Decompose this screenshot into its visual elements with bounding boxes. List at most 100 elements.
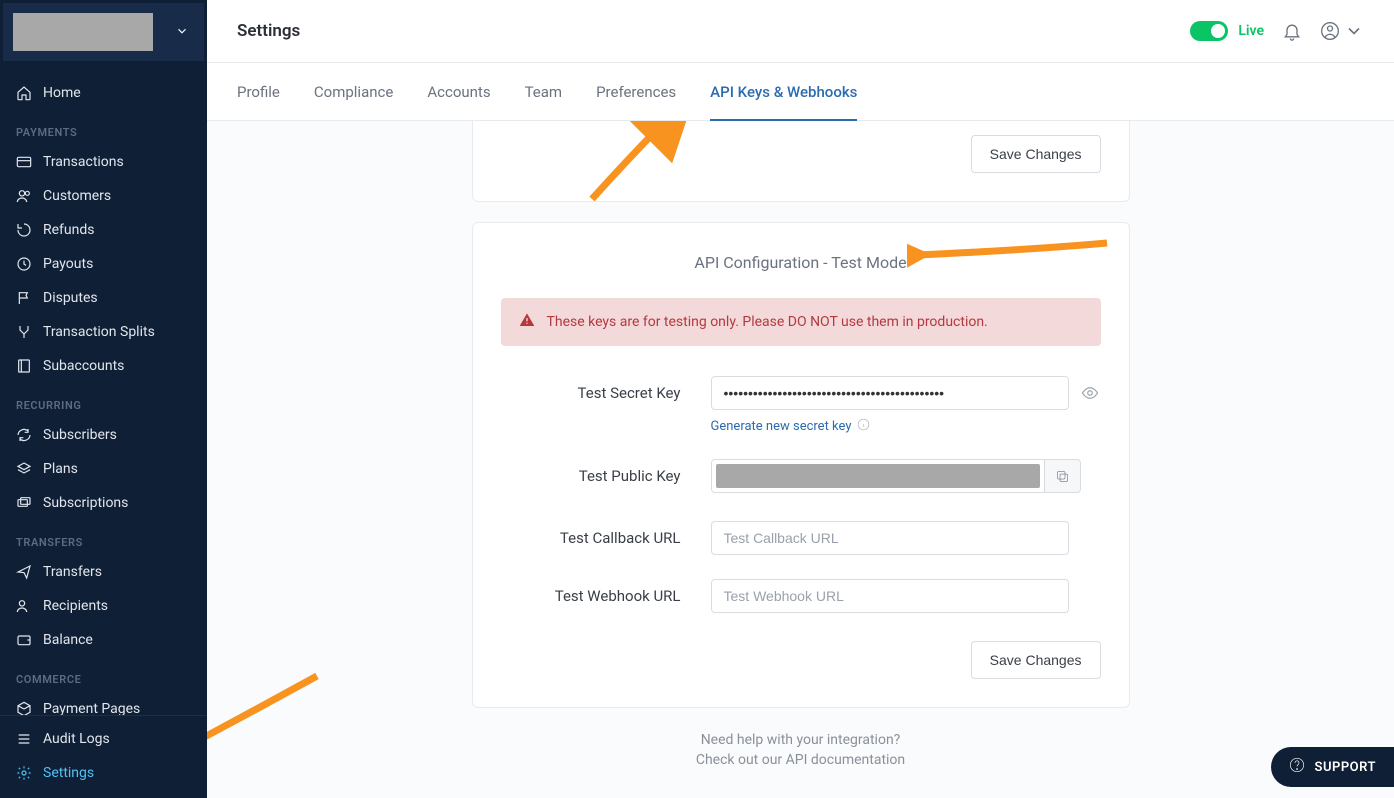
sidebar-item-recipients[interactable]: Recipients <box>0 589 207 623</box>
tab-team[interactable]: Team <box>525 63 563 120</box>
layers-icon <box>16 461 32 477</box>
help-icon <box>1289 757 1305 777</box>
sidebar-item-label: Balance <box>43 632 93 648</box>
sidebar-item-payouts[interactable]: Payouts <box>0 247 207 281</box>
section-label-transfers: TRANSFERS <box>0 520 207 555</box>
secret-key-field[interactable] <box>711 376 1069 410</box>
public-key-label: Test Public Key <box>501 467 711 485</box>
public-key-field[interactable] <box>711 459 1045 493</box>
topbar: Settings Live <box>207 0 1394 63</box>
sidebar-item-label: Transactions <box>43 154 124 170</box>
tab-compliance[interactable]: Compliance <box>314 63 393 120</box>
send-icon <box>16 564 32 580</box>
org-switcher[interactable] <box>3 3 204 61</box>
help-line2[interactable]: Check out our API documentation <box>237 752 1364 768</box>
page-title: Settings <box>237 21 300 41</box>
section-label-recurring: RECURRING <box>0 383 207 418</box>
section-label-payments: PAYMENTS <box>0 110 207 145</box>
sidebar-item-home[interactable]: Home <box>0 76 207 110</box>
alert-text: These keys are for testing only. Please … <box>547 314 988 330</box>
sidebar-item-audit-logs[interactable]: Audit Logs <box>0 722 207 756</box>
sidebar-item-label: Home <box>43 85 81 101</box>
sidebar-item-label: Plans <box>43 461 78 477</box>
org-logo <box>13 13 153 51</box>
save-changes-button-prev[interactable]: Save Changes <box>971 135 1101 173</box>
sidebar-item-balance[interactable]: Balance <box>0 623 207 657</box>
sidebar-item-label: Recipients <box>43 598 108 614</box>
tab-profile[interactable]: Profile <box>237 63 280 120</box>
sidebar-item-payment-pages[interactable]: Payment Pages <box>0 692 207 715</box>
eye-icon[interactable] <box>1081 384 1101 402</box>
section-label-commerce: COMMERCE <box>0 657 207 692</box>
secret-key-label: Test Secret Key <box>501 384 711 402</box>
sidebar-item-label: Transaction Splits <box>43 324 155 340</box>
sidebar-scroll: Home PAYMENTS Transactions Customers Ref… <box>0 64 207 715</box>
sidebar-item-label: Customers <box>43 188 111 204</box>
sidebar-item-label: Transfers <box>43 564 102 580</box>
sidebar-item-label: Settings <box>43 765 94 781</box>
flag-icon <box>16 290 32 306</box>
help-footer: Need help with your integration? Check o… <box>237 732 1364 768</box>
sidebar-item-label: Subscriptions <box>43 495 128 511</box>
sidebar-item-transfers[interactable]: Transfers <box>0 555 207 589</box>
callback-url-field[interactable] <box>711 521 1069 555</box>
support-button[interactable]: SUPPORT <box>1271 747 1394 787</box>
tab-accounts[interactable]: Accounts <box>427 63 490 120</box>
main: Settings Live Profile Compliance Account… <box>207 0 1394 798</box>
refund-icon <box>16 222 32 238</box>
previous-card-partial: Save Changes <box>472 121 1130 202</box>
sidebar-item-settings[interactable]: Settings <box>0 756 207 790</box>
live-toggle[interactable] <box>1190 21 1228 41</box>
cycle-icon <box>16 427 32 443</box>
generate-secret-link[interactable]: Generate new secret key <box>711 418 871 435</box>
webhook-url-label: Test Webhook URL <box>501 587 711 605</box>
sidebar-item-transaction-splits[interactable]: Transaction Splits <box>0 315 207 349</box>
people-icon <box>16 598 32 614</box>
book-icon <box>16 358 32 374</box>
sidebar-item-refunds[interactable]: Refunds <box>0 213 207 247</box>
sidebar: Home PAYMENTS Transactions Customers Ref… <box>0 0 207 798</box>
sidebar-item-label: Refunds <box>43 222 95 238</box>
save-changes-button[interactable]: Save Changes <box>971 641 1101 679</box>
content: Save Changes API Configuration - Test Mo… <box>207 121 1394 798</box>
tab-preferences[interactable]: Preferences <box>596 63 676 120</box>
warning-icon <box>519 312 535 332</box>
copy-button[interactable] <box>1045 459 1081 493</box>
sidebar-item-label: Subscribers <box>43 427 117 443</box>
callback-url-label: Test Callback URL <box>501 529 711 547</box>
user-menu[interactable] <box>1320 21 1364 41</box>
card-title: API Configuration - Test Mode <box>501 253 1101 272</box>
support-label: SUPPORT <box>1315 760 1376 775</box>
split-icon <box>16 324 32 340</box>
cards-icon <box>16 495 32 511</box>
tabs: Profile Compliance Accounts Team Prefere… <box>207 63 1394 121</box>
gear-icon <box>16 765 32 781</box>
sidebar-bottom: Audit Logs Settings <box>0 715 207 798</box>
card-icon <box>16 154 32 170</box>
tab-api-keys-webhooks[interactable]: API Keys & Webhooks <box>710 63 857 120</box>
sidebar-item-label: Audit Logs <box>43 731 110 747</box>
payout-icon <box>16 256 32 272</box>
sidebar-item-customers[interactable]: Customers <box>0 179 207 213</box>
sidebar-item-label: Subaccounts <box>43 358 124 374</box>
box-icon <box>16 701 32 715</box>
live-label: Live <box>1238 23 1264 39</box>
wallet-icon <box>16 632 32 648</box>
sidebar-item-subscribers[interactable]: Subscribers <box>0 418 207 452</box>
sidebar-item-subscriptions[interactable]: Subscriptions <box>0 486 207 520</box>
bell-icon[interactable] <box>1282 21 1302 41</box>
live-mode[interactable]: Live <box>1190 21 1264 41</box>
help-line1: Need help with your integration? <box>701 732 901 748</box>
sidebar-item-subaccounts[interactable]: Subaccounts <box>0 349 207 383</box>
sidebar-item-plans[interactable]: Plans <box>0 452 207 486</box>
users-icon <box>16 188 32 204</box>
chevron-down-icon <box>175 23 189 42</box>
test-mode-alert: These keys are for testing only. Please … <box>501 298 1101 346</box>
api-config-card: API Configuration - Test Mode These keys… <box>472 222 1130 708</box>
info-icon <box>857 418 870 435</box>
home-icon <box>16 85 32 101</box>
webhook-url-field[interactable] <box>711 579 1069 613</box>
sidebar-item-disputes[interactable]: Disputes <box>0 281 207 315</box>
sidebar-item-transactions[interactable]: Transactions <box>0 145 207 179</box>
sidebar-item-label: Payment Pages <box>43 701 140 715</box>
